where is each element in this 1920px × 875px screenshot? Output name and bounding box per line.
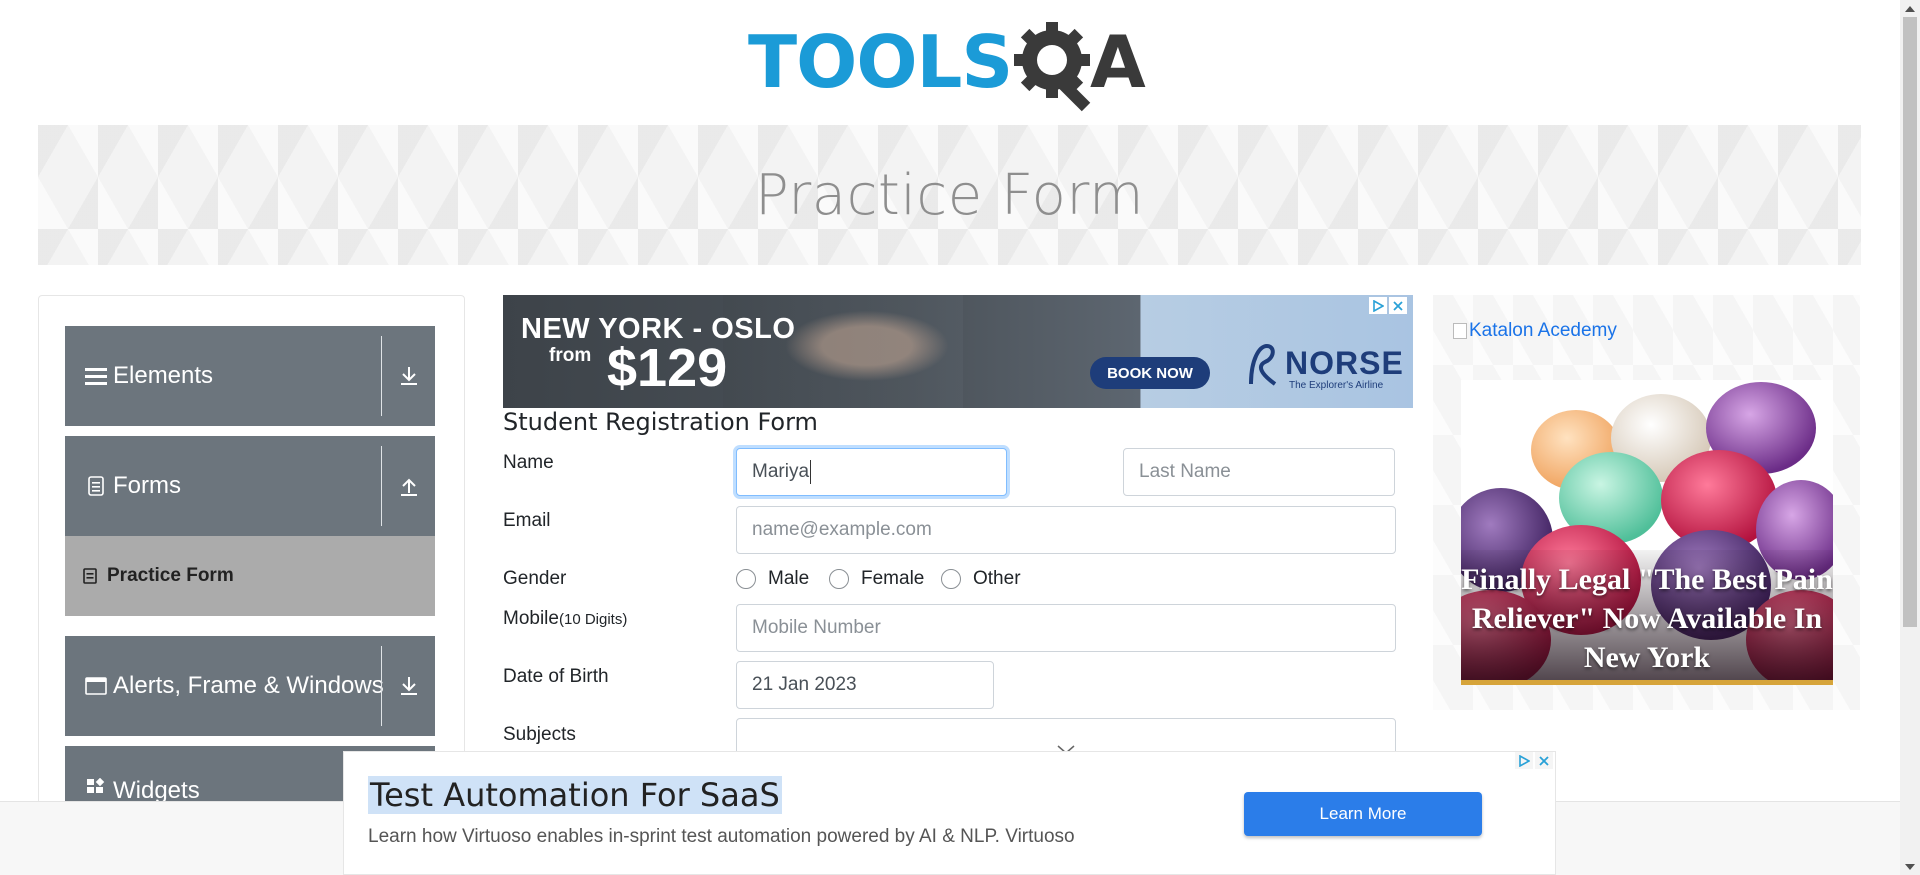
radio-circle[interactable] — [941, 569, 961, 589]
gender-label: Gender — [503, 568, 567, 589]
scroll-down-arrow-icon[interactable] — [1900, 858, 1920, 875]
ad-bottom-headline: Test Automation For SaaS — [368, 776, 782, 814]
mobile-hint: (10 Digits) — [558, 611, 628, 628]
sidebar-group-forms[interactable]: Forms — [65, 436, 435, 536]
katalon-alt-text: Katalon Acedemy — [1469, 320, 1617, 341]
gender-radio-male[interactable]: Male — [736, 568, 809, 590]
expand-arrow-icon[interactable] — [393, 636, 425, 736]
vertical-scrollbar[interactable] — [1900, 0, 1920, 875]
mobile-label: Mobile(10 Digits) — [503, 608, 627, 630]
ad-headline: Finally Legal "The Best Pain Reliever" N… — [1461, 563, 1833, 674]
ad-price: $129 — [607, 338, 728, 398]
mobile-label-text: Mobile — [503, 608, 559, 629]
divider — [381, 446, 382, 526]
adchoices-icon[interactable] — [1369, 297, 1387, 314]
email-label: Email — [503, 510, 551, 531]
ad-bottom-banner[interactable]: Test Automation For SaaS Learn how Virtu… — [343, 751, 1556, 875]
date-of-birth-input[interactable]: 21 Jan 2023 — [736, 661, 994, 709]
divider — [381, 336, 382, 416]
scrollbar-thumb[interactable] — [1903, 17, 1917, 627]
radio-label: Female — [861, 568, 925, 589]
document-icon — [85, 475, 107, 497]
norse-logo-icon — [1249, 343, 1277, 386]
sidebar-group-alerts[interactable]: Alerts, Frame & Windows — [65, 636, 435, 736]
ad-right-panel[interactable]: Katalon Acedemy Finally Legal "The Best … — [1433, 295, 1860, 710]
form-icon — [83, 568, 99, 584]
expand-arrow-icon[interactable] — [393, 326, 425, 426]
sidebar-item-label: Practice Form — [107, 565, 234, 586]
close-icon[interactable] — [1535, 752, 1553, 769]
dob-value: 21 Jan 2023 — [752, 674, 857, 695]
ad-choices[interactable] — [1515, 752, 1553, 769]
dob-label: Date of Birth — [503, 666, 609, 687]
gender-radio-other[interactable]: Other — [941, 568, 1021, 590]
sidebar-item-practice-form[interactable]: Practice Form — [65, 536, 435, 616]
scroll-up-arrow-icon[interactable] — [1900, 0, 1920, 17]
logo-text-a: A — [1090, 20, 1146, 104]
last-name-placeholder: Last Name — [1139, 461, 1231, 482]
name-label: Name — [503, 452, 554, 473]
hamburger-icon — [85, 365, 107, 387]
ad-norse-banner[interactable]: NEW YORK - OSLO from $129 BOOK NOW NORSE… — [503, 295, 1413, 408]
broken-image-icon — [1453, 323, 1467, 339]
first-name-value: Mariya — [752, 461, 810, 482]
ad-choices[interactable] — [1369, 297, 1407, 314]
last-name-input[interactable]: Last Name — [1123, 448, 1395, 496]
ad-book-now-button[interactable]: BOOK NOW — [1090, 357, 1210, 389]
collapse-arrow-icon[interactable] — [393, 436, 425, 536]
email-placeholder: name@example.com — [752, 519, 932, 540]
text-cursor — [810, 460, 812, 484]
sidebar-group-label: Elements — [113, 362, 214, 389]
subjects-label: Subjects — [503, 724, 576, 745]
ad-bottom-subtext: Learn how Virtuoso enables in-sprint tes… — [368, 826, 1075, 847]
window-icon — [85, 675, 107, 697]
logo-text-tools: TOOLS — [748, 20, 1013, 104]
email-input[interactable]: name@example.com — [736, 506, 1396, 554]
divider — [381, 646, 382, 726]
ad-from: from — [549, 345, 592, 366]
ad-photo — [723, 295, 963, 408]
ad-candy-image[interactable]: Finally Legal "The Best Pain Reliever" N… — [1461, 380, 1833, 685]
close-icon[interactable] — [1389, 297, 1407, 314]
page-banner: Practice Form — [38, 125, 1861, 265]
widgets-icon — [85, 775, 107, 797]
page-title: Practice Form — [754, 162, 1145, 228]
katalon-academy-link[interactable]: Katalon Acedemy — [1453, 320, 1617, 342]
radio-label: Other — [973, 568, 1021, 589]
learn-more-button[interactable]: Learn More — [1244, 792, 1482, 836]
first-name-input[interactable]: Mariya — [736, 448, 1007, 496]
gender-radio-female[interactable]: Female — [829, 568, 924, 590]
toolsqa-logo[interactable]: TOOLS A — [748, 18, 1154, 114]
radio-circle[interactable] — [829, 569, 849, 589]
sidebar-group-elements[interactable]: Elements — [65, 326, 435, 426]
ad-brand: NORSE — [1285, 345, 1404, 381]
sidebar-group-label: Alerts, Frame & Windows — [113, 672, 384, 699]
mobile-input[interactable]: Mobile Number — [736, 604, 1396, 652]
radio-label: Male — [768, 568, 810, 589]
radio-circle[interactable] — [736, 569, 756, 589]
form-title: Student Registration Form — [503, 408, 818, 436]
ad-tagline: The Explorer's Airline — [1289, 380, 1384, 391]
sidebar-group-label: Forms — [113, 472, 181, 499]
mobile-placeholder: Mobile Number — [752, 617, 881, 638]
adchoices-icon[interactable] — [1515, 752, 1533, 769]
